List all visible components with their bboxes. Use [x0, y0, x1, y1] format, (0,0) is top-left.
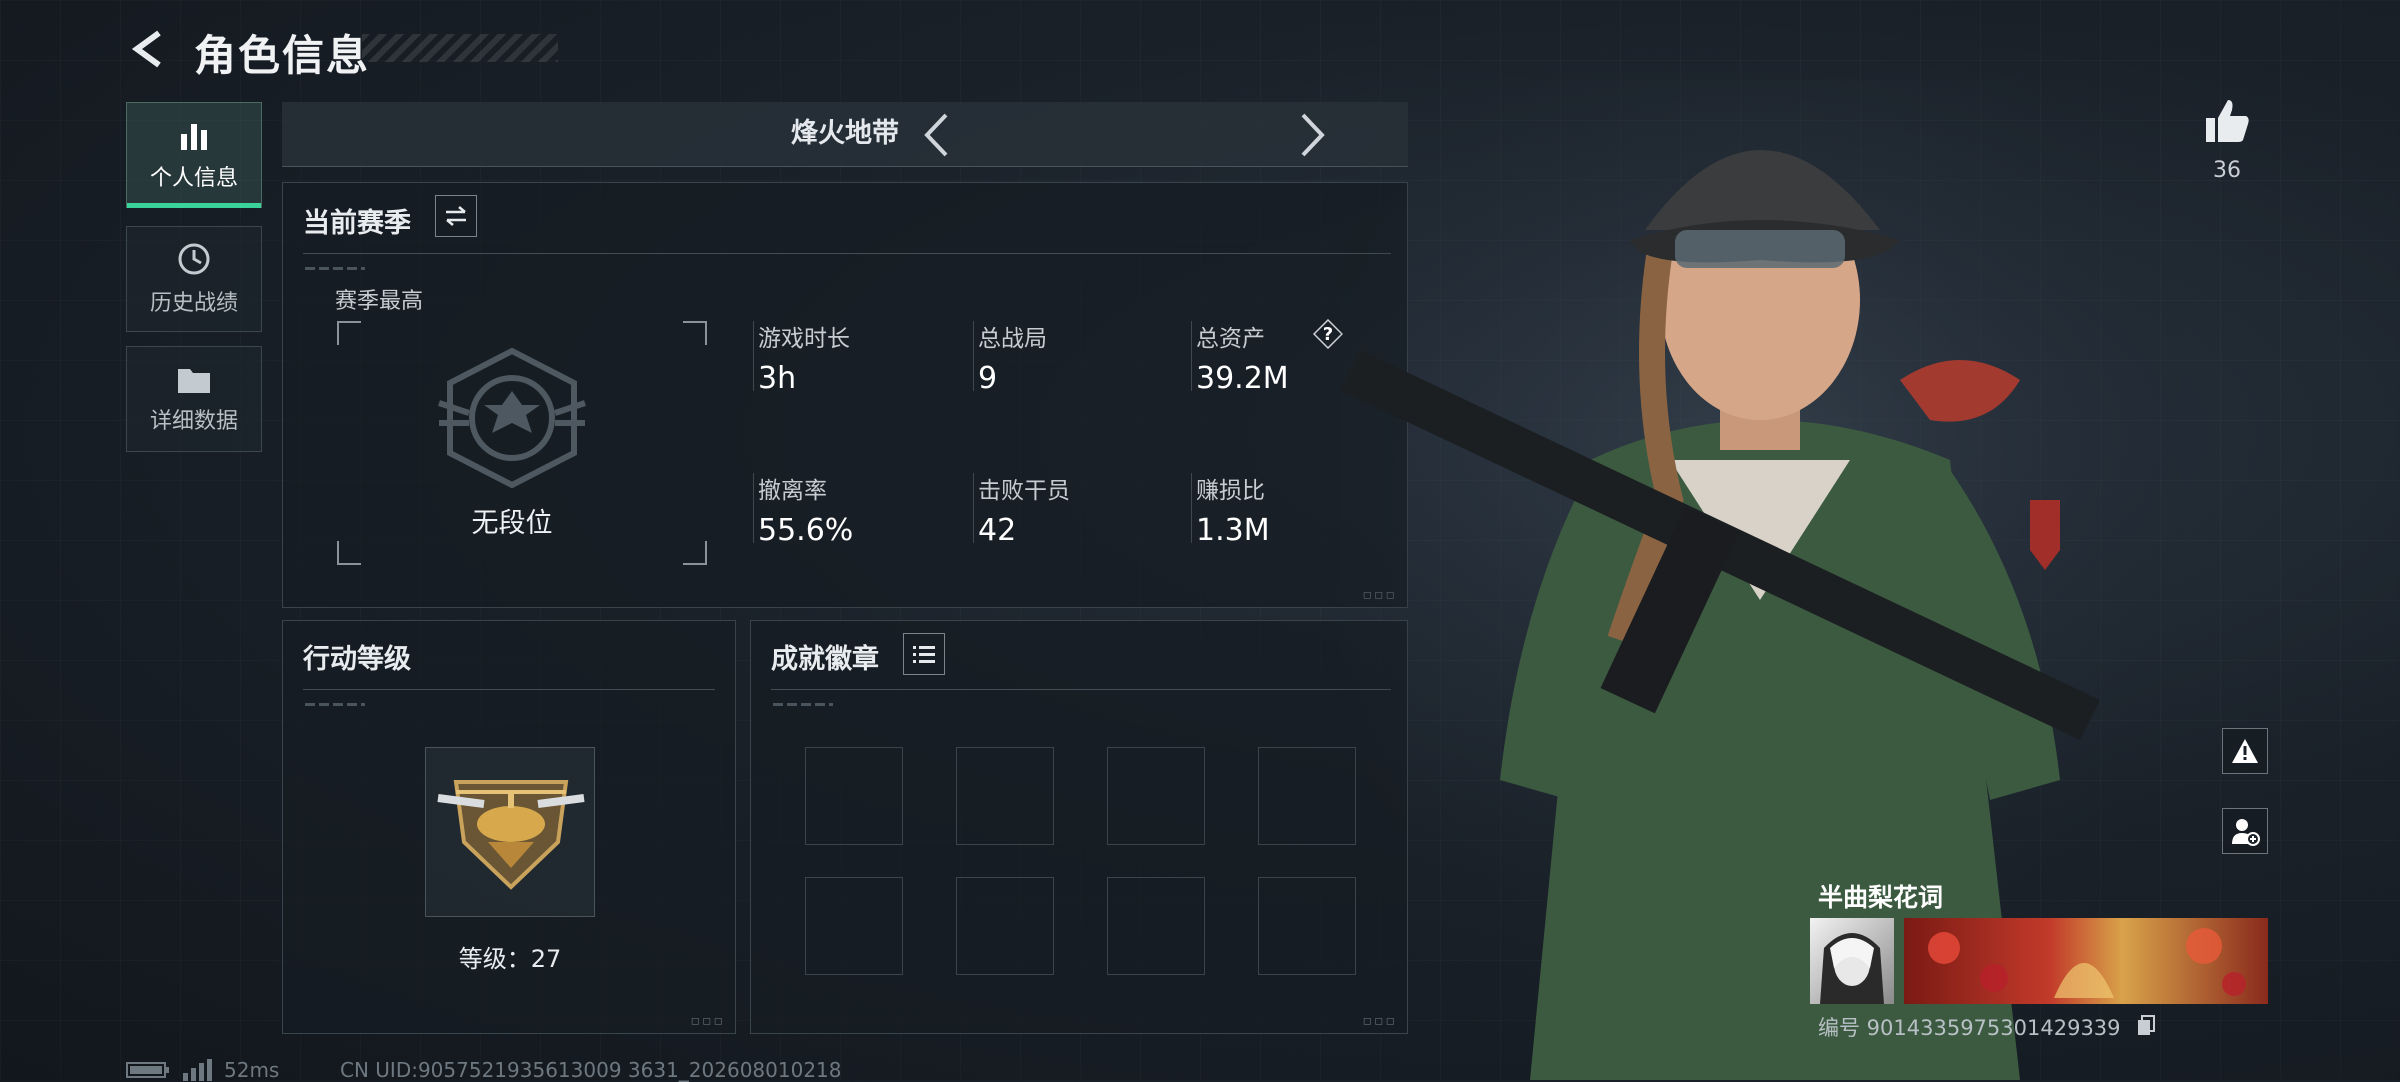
back-button[interactable]: [126, 26, 172, 72]
level-panel: 行动等级 等级：27 ▫▫▫: [282, 620, 736, 1034]
list-icon: [913, 646, 935, 663]
stat-separator: [1191, 321, 1192, 391]
stat-label-playtime: 游戏时长: [758, 326, 850, 352]
rank-text: 无段位: [471, 508, 553, 539]
copy-icon: [2138, 1015, 2155, 1035]
uid-text: CN UID:9057521935613009 3631_20260801021…: [340, 1058, 842, 1082]
frame-corner: [337, 541, 361, 565]
badge-slot[interactable]: [805, 747, 903, 845]
swap-icon: [446, 206, 466, 226]
page-title: 角色信息: [194, 31, 371, 80]
stat-value-playtime: 3h: [758, 361, 797, 396]
badge-slot[interactable]: [1107, 877, 1205, 975]
stat-value-profit-ratio: 1.3M: [1196, 513, 1270, 548]
section-divider: [303, 689, 715, 690]
folder-icon: [178, 369, 210, 393]
stat-value-kills: 42: [978, 513, 1017, 548]
achievement-panel: 成就徽章 ▫▫▫: [750, 620, 1408, 1034]
nav-item-details[interactable]: 详细数据: [126, 346, 262, 452]
thumbs-up-icon: [2206, 100, 2249, 142]
stat-separator: [753, 473, 754, 543]
achievement-title: 成就徽章: [771, 644, 879, 675]
season-switch-button[interactable]: [435, 195, 477, 237]
player-id: 编号 9014335975301429339: [1818, 1016, 2121, 1040]
level-text: 等级：27: [458, 945, 562, 973]
chevron-right-icon: [1301, 113, 1325, 157]
title-decoration: [362, 34, 558, 62]
avatar-art-icon: [1820, 933, 1884, 1004]
active-indicator: [127, 203, 261, 208]
player-name: 半曲梨花词: [1818, 883, 1944, 912]
prev-mode-button[interactable]: [912, 110, 962, 160]
help-button[interactable]: ?: [1313, 319, 1343, 349]
help-icon: ?: [1322, 323, 1334, 345]
decoration: [305, 703, 365, 706]
like-count: 36: [2213, 158, 2241, 183]
section-divider: [771, 689, 1391, 690]
nav-item-personal-info[interactable]: 个人信息: [126, 102, 262, 208]
badge-slot[interactable]: [1107, 747, 1205, 845]
report-button[interactable]: [2222, 728, 2268, 774]
rank-emblem-icon: [438, 347, 586, 489]
frame-corner: [683, 541, 707, 565]
add-user-icon: [2232, 819, 2260, 846]
stat-separator: [753, 321, 754, 391]
stat-value-extraction-rate: 55.6%: [758, 513, 854, 548]
stat-separator: [973, 321, 974, 391]
history-icon: [178, 243, 210, 275]
copy-id-button[interactable]: [2136, 1014, 2156, 1036]
stat-value-total-assets: 39.2M: [1196, 361, 1289, 396]
avatar: [1810, 918, 1894, 1004]
stat-separator: [973, 473, 974, 543]
corner-decoration: ▫▫▫: [690, 1013, 725, 1029]
decoration: [305, 267, 365, 270]
chevron-left-icon: [924, 113, 948, 157]
badge-slot[interactable]: [956, 747, 1054, 845]
status-bar: 52ms: [126, 1058, 279, 1082]
nav-item-history[interactable]: 历史战绩: [126, 226, 262, 332]
nav-item-label: 详细数据: [149, 409, 238, 434]
season-panel: 当前赛季 赛季最高 无段位 游戏时长 3h 总战局 9 总资产 ? 39.2M …: [282, 182, 1408, 608]
season-title: 当前赛季: [303, 208, 411, 239]
level-title: 行动等级: [303, 644, 411, 675]
stat-label-total-assets: 总资产: [1196, 326, 1265, 352]
helicopter-badge-icon: [437, 780, 585, 890]
bar-chart-icon: [181, 124, 207, 150]
nav-item-label: 历史战绩: [149, 291, 238, 316]
level-badge-frame: [425, 747, 595, 917]
stat-label-total-matches: 总战局: [978, 326, 1047, 352]
section-divider: [303, 253, 1391, 254]
next-mode-button[interactable]: [1287, 110, 1337, 160]
back-arrow-icon: [131, 30, 161, 68]
badge-slot[interactable]: [805, 877, 903, 975]
stat-value-total-matches: 9: [978, 361, 998, 396]
nav-item-label: 个人信息: [149, 166, 238, 191]
floral-pattern-icon: [1928, 928, 2246, 998]
name-card-banner: [1904, 918, 2268, 1004]
signal-icon: [183, 1059, 212, 1081]
like-button[interactable]: [2202, 96, 2252, 146]
frame-corner: [337, 321, 361, 345]
battery-icon: [126, 1062, 169, 1078]
add-friend-button[interactable]: [2222, 808, 2268, 854]
stat-label-kills: 击败干员: [978, 478, 1070, 504]
ping-text: 52ms: [224, 1058, 280, 1082]
stat-label-extraction-rate: 撤离率: [758, 478, 827, 504]
stat-label-profit-ratio: 赚损比: [1196, 478, 1265, 504]
mode-name: 烽火地带: [791, 118, 899, 149]
warning-icon: [2232, 739, 2258, 763]
achievement-list-button[interactable]: [903, 633, 945, 675]
mode-selector: 烽火地带: [282, 102, 1408, 167]
decoration: [773, 703, 833, 706]
badge-slot[interactable]: [956, 877, 1054, 975]
stat-separator: [1191, 473, 1192, 543]
season-best-label: 赛季最高: [335, 289, 424, 314]
frame-corner: [683, 321, 707, 345]
